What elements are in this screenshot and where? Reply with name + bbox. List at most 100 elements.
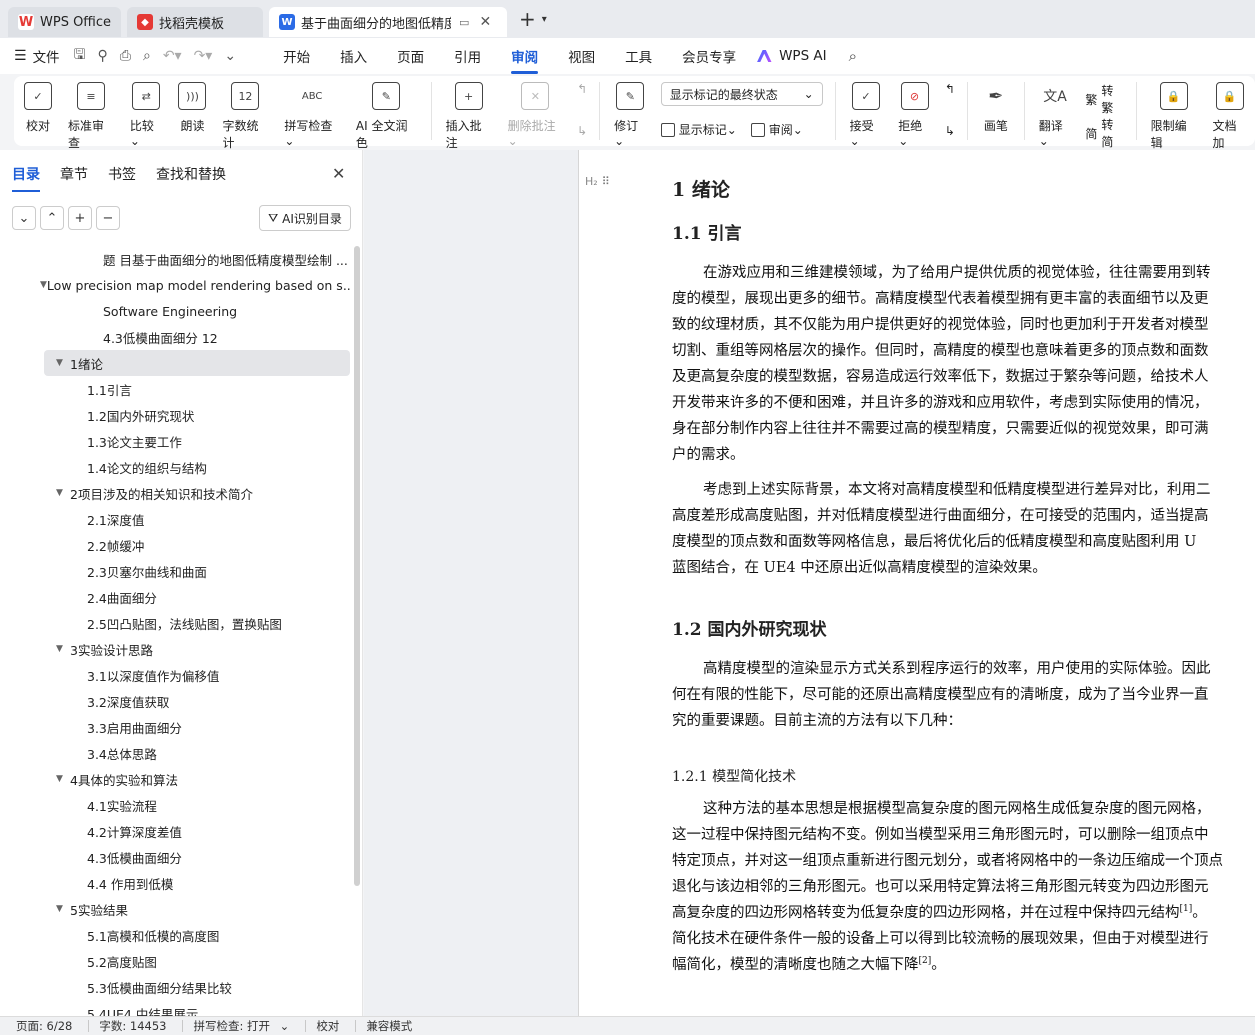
pen-button[interactable]: ✒ 画笔 xyxy=(974,82,1018,134)
close-icon[interactable]: ✕ xyxy=(332,164,345,183)
tab-view[interactable]: 视图 xyxy=(568,40,595,72)
redo-icon[interactable]: ↷▾ xyxy=(194,48,213,64)
toc-item[interactable]: 5.2高度贴图 xyxy=(0,948,352,974)
toc-item[interactable]: 1.2国内外研究现状 xyxy=(0,402,352,428)
word-count-button[interactable]: 12 字数统计 xyxy=(214,82,276,151)
toc-item[interactable]: 1.4论文的组织与结构 xyxy=(0,454,352,480)
tab-wps-office[interactable]: W WPS Office xyxy=(8,7,122,37)
track-changes-button[interactable]: ✎ 修订⌄ xyxy=(606,82,655,148)
expand-arrow-icon[interactable]: ▼ xyxy=(56,644,70,654)
insert-comment-button[interactable]: + 插入批注 xyxy=(438,82,500,151)
toc-item[interactable]: 3.3启用曲面细分 xyxy=(0,714,352,740)
tab-find-replace[interactable]: 查找和替换 xyxy=(156,164,226,192)
toc-item[interactable]: 2.1深度值 xyxy=(0,506,352,532)
toc-item[interactable]: 4.2计算深度差值 xyxy=(0,818,352,844)
tab-home[interactable]: 开始 xyxy=(283,40,310,72)
toc-item[interactable]: 4.3低模曲面细分 xyxy=(0,844,352,870)
toc-item[interactable]: 4.3低模曲面细分 12 xyxy=(0,324,352,350)
proofread-status[interactable]: 校对 xyxy=(316,1018,339,1034)
add-icon[interactable]: + xyxy=(68,206,92,230)
tab-references[interactable]: 引用 xyxy=(454,40,481,72)
spell-check-status[interactable]: 拼写检查: 打开 ⌄ xyxy=(193,1018,289,1034)
new-tab-icon[interactable]: + xyxy=(519,7,536,31)
toc-item[interactable]: 2.5凹凸贴图，法线贴图，置换贴图 xyxy=(0,610,352,636)
search-icon[interactable]: ⌕ xyxy=(849,47,857,65)
accept-button[interactable]: ✓ 接受⌄ xyxy=(842,82,891,148)
document-content[interactable]: 1 绪论 1.1 引言 在游戏应用和三维建模领域，为了给用户提供优质的视觉体验，… xyxy=(672,150,1255,1016)
prev-change-icon[interactable]: ↰ xyxy=(945,82,955,96)
standard-review-button[interactable]: ≡ 标准审查 xyxy=(60,82,122,151)
next-comment-icon[interactable]: ↳ xyxy=(577,124,587,138)
reject-button[interactable]: ⊘ 拒绝⌄ xyxy=(890,82,939,148)
toc-item[interactable]: 5.4UE4 中结果展示 xyxy=(0,1000,352,1017)
restrict-edit-button[interactable]: 🔒 限制编辑 xyxy=(1143,82,1205,151)
remove-icon[interactable]: − xyxy=(96,206,120,230)
toc-item[interactable]: ▼ 5实验结果 xyxy=(0,896,352,922)
to-traditional-button[interactable]: 繁 转繁 xyxy=(1085,82,1123,116)
heading-marker[interactable]: H₂ ⠿ xyxy=(585,175,610,188)
monitor-icon[interactable]: ▭ xyxy=(459,16,469,29)
word-count[interactable]: 字数: 14453 xyxy=(99,1018,166,1034)
tab-chapters[interactable]: 章节 xyxy=(60,164,88,192)
toc-item[interactable]: 1.3论文主要工作 xyxy=(0,428,352,454)
tab-review[interactable]: 审阅 xyxy=(511,40,539,74)
expand-arrow-icon[interactable]: ▼ xyxy=(56,488,70,498)
expand-arrow-icon[interactable]: ▼ xyxy=(40,280,47,290)
delete-comment-button[interactable]: ✕ 删除批注⌄ xyxy=(500,82,572,148)
expand-arrow-icon[interactable]: ▼ xyxy=(56,904,70,914)
toc-item[interactable]: 题 目基于曲面细分的地图低精度模型绘制 ... xyxy=(0,246,352,272)
toc-item[interactable]: ▼ 4具体的实验和算法 xyxy=(0,766,352,792)
expand-arrow-icon[interactable]: ▼ xyxy=(56,774,70,784)
citation[interactable]: [1] xyxy=(1180,904,1193,914)
translate-button[interactable]: 文A 翻译⌄ xyxy=(1031,82,1080,148)
scrollbar[interactable] xyxy=(354,246,360,886)
toc-item[interactable]: 3.4总体思路 xyxy=(0,740,352,766)
spell-check-button[interactable]: ABC 拼写检查⌄ xyxy=(276,82,348,149)
show-markup-button[interactable]: 显示标记 ⌄ xyxy=(660,121,737,138)
review-pane-button[interactable]: 审阅 ⌄ xyxy=(750,121,803,138)
toc-item[interactable]: 2.3贝塞尔曲线和曲面 xyxy=(0,558,352,584)
tab-current-document[interactable]: W 基于曲面细分的地图低精度模 ▭ ✕ xyxy=(269,7,508,37)
toc-item[interactable]: 3.1以深度值作为偏移值 xyxy=(0,662,352,688)
prev-comment-icon[interactable]: ↰ xyxy=(577,82,587,96)
doc-encrypt-button[interactable]: 🔒 文档加 xyxy=(1205,82,1255,151)
read-aloud-button[interactable]: ))) 朗读 xyxy=(170,82,214,134)
tab-insert[interactable]: 插入 xyxy=(340,40,367,72)
ai-toc-button[interactable]: ⛛ AI识别目录 xyxy=(259,205,351,231)
file-menu[interactable]: ☰ 文件 xyxy=(14,46,60,66)
tab-page[interactable]: 页面 xyxy=(397,40,424,72)
markup-mode-select[interactable]: 显示标记的最终状态 ⌄ xyxy=(660,82,823,106)
collapse-icon[interactable]: ⌄ xyxy=(12,206,36,230)
chevron-down-icon[interactable]: ▾ xyxy=(542,14,547,25)
to-simplified-button[interactable]: 简 转简 xyxy=(1085,116,1123,150)
toc-item[interactable]: 5.3低模曲面细分结果比较 xyxy=(0,974,352,1000)
page-indicator[interactable]: 页面: 6/28 xyxy=(16,1018,72,1034)
toc-item[interactable]: 1.1引言 xyxy=(0,376,352,402)
expand-icon[interactable]: ⌃ xyxy=(40,206,64,230)
more-chevron-icon[interactable]: ⌄ xyxy=(224,48,236,64)
tab-tools[interactable]: 工具 xyxy=(625,40,652,72)
toc-item[interactable]: 2.2帧缓冲 xyxy=(0,532,352,558)
share-icon[interactable]: ⚲ xyxy=(98,48,108,64)
undo-icon[interactable]: ↶▾ xyxy=(163,48,182,64)
tab-toc[interactable]: 目录 xyxy=(12,164,40,192)
toc-item[interactable]: ▼ Low precision map model rendering based… xyxy=(0,272,352,298)
toc-item[interactable]: ▼ 2项目涉及的相关知识和技术简介 xyxy=(0,480,352,506)
toc-item[interactable]: 2.4曲面细分 xyxy=(0,584,352,610)
wps-ai-button[interactable]: WPS AI xyxy=(757,48,827,64)
ai-polish-button[interactable]: ✎ AI 全文润色 xyxy=(348,82,425,151)
tab-docer-templates[interactable]: ◆ 找稻壳模板 xyxy=(127,7,264,37)
print-preview-icon[interactable]: ⌕ xyxy=(143,48,151,64)
toc-item[interactable]: 4.4 作用到低模 xyxy=(0,870,352,896)
print-icon[interactable]: ⎙ xyxy=(120,48,131,64)
citation[interactable]: [2] xyxy=(919,956,932,966)
save-icon[interactable]: 🖫 xyxy=(74,44,86,68)
toc-item[interactable]: ▼ 1绪论 xyxy=(44,350,350,376)
compare-button[interactable]: ⇄ 比较⌄ xyxy=(122,82,171,148)
toc-item[interactable]: Software Engineering xyxy=(0,298,352,324)
proofread-button[interactable]: ✓ 校对 xyxy=(14,82,60,134)
toc-item[interactable]: 3.2深度值获取 xyxy=(0,688,352,714)
toc-item[interactable]: ▼ 3实验设计思路 xyxy=(0,636,352,662)
next-change-icon[interactable]: ↳ xyxy=(945,124,955,138)
tab-member[interactable]: 会员专享 xyxy=(682,40,736,72)
